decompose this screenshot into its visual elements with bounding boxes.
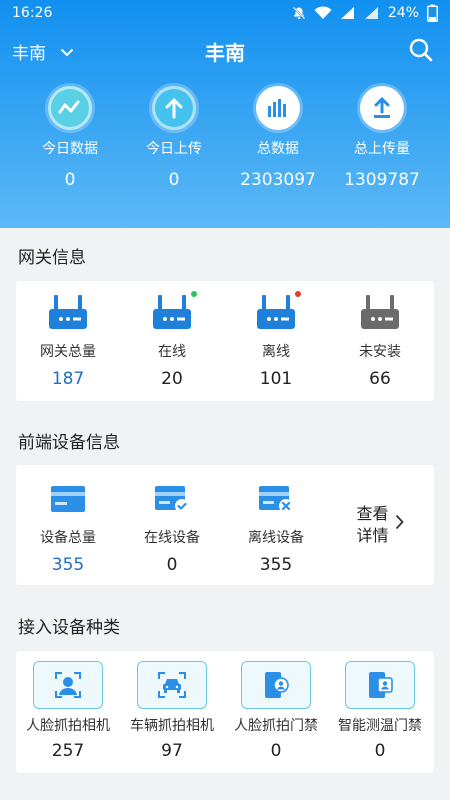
device-types-section-title: 接入设备种类 — [18, 618, 120, 638]
gateway-label: 在线 — [158, 344, 186, 360]
view-details-link[interactable]: 查看 详情 — [357, 503, 404, 547]
gateway-value: 20 — [161, 369, 183, 389]
signal-icon — [340, 6, 356, 20]
stat-today-data[interactable]: 今日数据 0 — [18, 86, 122, 190]
status-icons: 24% — [292, 4, 438, 22]
gateway-section-title: 网关信息 — [18, 248, 86, 268]
gateway-value: 101 — [259, 369, 293, 389]
router-uninstalled-icon — [359, 293, 401, 335]
frontend-section-title: 前端设备信息 — [18, 433, 120, 453]
gateway-offline[interactable]: 离线 101 — [224, 281, 328, 401]
offline-dot — [295, 291, 301, 297]
device-type-label: 车辆抓拍相机 — [130, 718, 214, 734]
card-x-icon — [258, 485, 294, 517]
gateway-total[interactable]: 网关总量 187 — [16, 281, 120, 401]
device-offline[interactable]: 离线设备 355 — [224, 465, 328, 585]
status-bar: 16:26 24% — [0, 0, 450, 28]
device-type-face-gate[interactable]: 人脸抓拍门禁 0 — [224, 651, 328, 773]
gateway-card: 网关总量 187 在线 20 离线 101 未安装 66 — [16, 281, 434, 401]
stat-value: 0 — [168, 170, 180, 190]
view-details-cell: 查看 详情 — [328, 465, 432, 585]
view-details-line2: 详情 — [356, 526, 389, 545]
gateway-online[interactable]: 在线 20 — [120, 281, 224, 401]
frontend-card: 设备总量 355 在线设备 0 离线设备 355 查看 详情 — [16, 465, 434, 585]
card-icon — [50, 485, 86, 517]
summary-stats: 今日数据 0 今日上传 0 总数据 2303097 总上传量 1309787 — [0, 86, 450, 190]
router-icon — [47, 293, 89, 335]
device-type-vehicle-camera[interactable]: 车辆抓拍相机 97 — [120, 651, 224, 773]
battery-icon — [427, 4, 438, 22]
device-type-value: 97 — [161, 741, 183, 761]
device-type-value: 0 — [270, 741, 282, 761]
battery-percent: 24% — [387, 5, 419, 21]
card-check-icon — [154, 485, 190, 517]
stat-total-upload[interactable]: 总上传量 1309787 — [330, 86, 434, 190]
stat-value: 1309787 — [344, 170, 420, 190]
device-type-temperature-gate[interactable]: 智能测温门禁 0 — [328, 651, 432, 773]
status-time: 16:26 — [12, 5, 53, 21]
upload-tray-icon — [360, 86, 404, 130]
signal-icon-2 — [364, 6, 380, 20]
gateway-label: 未安装 — [359, 344, 401, 360]
view-details-line1: 查看 — [356, 504, 389, 523]
online-dot — [191, 291, 197, 297]
device-online[interactable]: 在线设备 0 — [120, 465, 224, 585]
gateway-value: 187 — [51, 369, 85, 389]
stat-label: 今日上传 — [146, 141, 202, 157]
device-type-label: 智能测温门禁 — [338, 718, 422, 734]
mute-bell-icon — [292, 6, 306, 20]
device-value: 355 — [259, 555, 293, 575]
router-online-icon — [151, 291, 197, 335]
gateway-uninstalled[interactable]: 未安装 66 — [328, 281, 432, 401]
face-gate-icon — [241, 661, 311, 709]
page-title: 丰南 — [205, 41, 245, 65]
search-button[interactable] — [408, 37, 434, 63]
device-type-label: 人脸抓拍相机 — [26, 718, 110, 734]
vehicle-camera-icon — [137, 661, 207, 709]
device-type-label: 人脸抓拍门禁 — [234, 718, 318, 734]
device-value: 355 — [51, 555, 85, 575]
stat-total-data[interactable]: 总数据 2303097 — [226, 86, 330, 190]
device-types-card: 人脸抓拍相机 257 车辆抓拍相机 97 人脸抓拍门禁 0 智能测温门禁 0 — [16, 651, 434, 773]
bar-chart-icon — [256, 86, 300, 130]
device-type-face-camera[interactable]: 人脸抓拍相机 257 — [16, 651, 120, 773]
temperature-gate-icon — [345, 661, 415, 709]
device-value: 0 — [166, 555, 178, 575]
stat-today-upload[interactable]: 今日上传 0 — [122, 86, 226, 190]
gateway-label: 离线 — [262, 344, 290, 360]
gateway-value: 66 — [369, 369, 391, 389]
view-details-text: 查看 详情 — [357, 503, 391, 547]
device-type-value: 257 — [51, 741, 85, 761]
chevron-right-icon — [395, 514, 404, 536]
device-label: 在线设备 — [144, 530, 200, 546]
trend-wave-icon — [48, 86, 92, 130]
device-total[interactable]: 设备总量 355 — [16, 465, 120, 585]
stat-value: 2303097 — [240, 170, 316, 190]
upload-arrow-icon — [152, 86, 196, 130]
stat-label: 总上传量 — [354, 141, 410, 157]
device-label: 离线设备 — [248, 530, 304, 546]
wifi-icon — [314, 6, 332, 20]
stat-value: 0 — [64, 170, 76, 190]
gateway-label: 网关总量 — [40, 344, 96, 360]
device-type-value: 0 — [374, 741, 386, 761]
stat-label: 总数据 — [257, 141, 299, 157]
search-icon — [408, 38, 434, 67]
device-label: 设备总量 — [40, 530, 96, 546]
app-header: 丰南 丰南 — [0, 28, 450, 74]
face-camera-icon — [33, 661, 103, 709]
stat-label: 今日数据 — [42, 141, 98, 157]
router-offline-icon — [255, 291, 301, 335]
